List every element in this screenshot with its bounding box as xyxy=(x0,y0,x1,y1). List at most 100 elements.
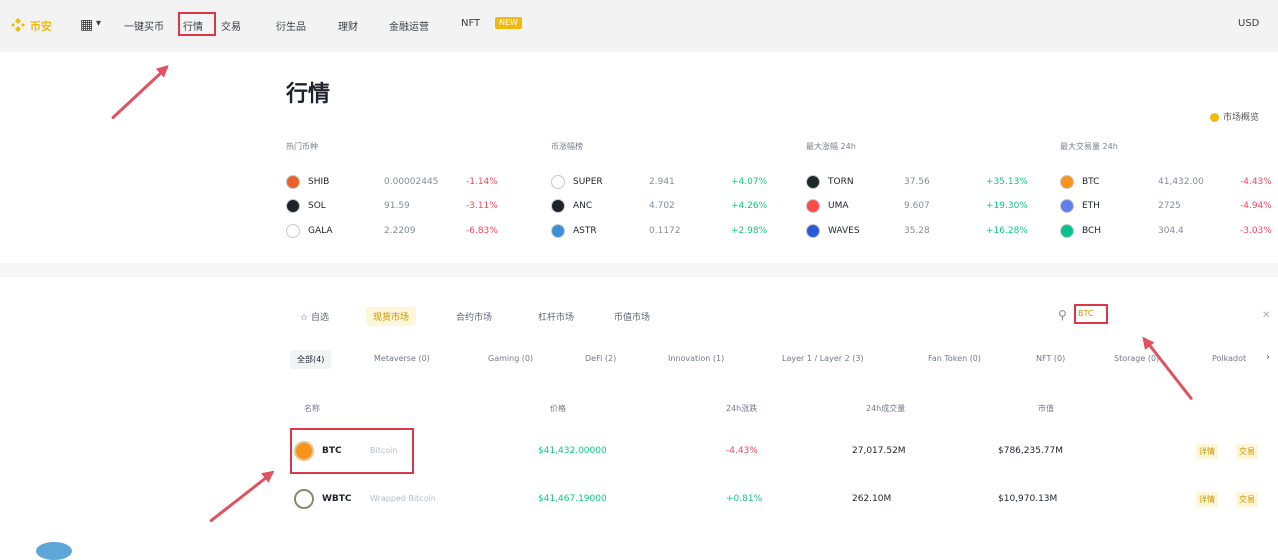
cell-volume: 262.10M xyxy=(852,494,892,504)
app-grid-icon[interactable]: ▦ xyxy=(80,17,93,33)
cell-mcap: $10,970.13M xyxy=(998,494,1058,504)
nav-buy-crypto[interactable]: 一键买币 xyxy=(124,18,164,33)
market-row[interactable]: WAVES 35.28 +16.28% xyxy=(806,224,1046,240)
currency-menu[interactable]: USD xyxy=(1238,18,1259,29)
market-row[interactable]: SUPER 2.941 +4.07% xyxy=(551,175,791,191)
tab-favorites[interactable]: ☆ 自选 xyxy=(300,310,329,323)
market-row[interactable]: SOL 91.59 -3.11% xyxy=(286,199,526,215)
search-input[interactable]: BTC xyxy=(1074,304,1108,324)
nav-derivatives[interactable]: 衍生品 xyxy=(276,18,306,33)
table-row[interactable]: BTC Bitcoin $41,432.00000 -4.43% 27,017.52M $… xyxy=(286,430,1278,474)
cell-change: +0.81% xyxy=(726,494,763,504)
category-layer[interactable]: Layer 1 / Layer 2 (3) xyxy=(782,354,864,363)
market-coin: BCH xyxy=(1082,226,1102,236)
market-row[interactable]: TORN 37.56 +35.13% xyxy=(806,175,1046,191)
market-change: +2.98% xyxy=(731,226,768,236)
market-price: 0.1172 xyxy=(649,226,681,236)
coin-icon xyxy=(551,199,565,213)
column-header-mcap[interactable]: 市值 xyxy=(1038,403,1054,414)
market-change: -3.03% xyxy=(1240,226,1272,236)
section-title: 币涨幅榜 xyxy=(551,142,583,151)
cell-price: $41,467.19000 xyxy=(538,494,607,504)
market-price: 304.4 xyxy=(1158,226,1184,236)
market-row[interactable]: BTC 41,432.00 -4.43% xyxy=(1060,175,1278,191)
market-overview-label: 市场概览 xyxy=(1223,113,1260,123)
market-coin: WAVES xyxy=(828,226,860,236)
market-row[interactable]: SHIB 0.00002445 -1.14% xyxy=(286,175,526,191)
category-nft[interactable]: NFT (0) xyxy=(1036,354,1065,363)
category-fan-token[interactable]: Fan Token (0) xyxy=(928,354,981,363)
market-change: -4.94% xyxy=(1240,201,1272,211)
detail-button[interactable]: 详情 xyxy=(1196,444,1218,459)
market-change: +4.26% xyxy=(731,201,768,211)
market-price: 2.2209 xyxy=(384,226,416,236)
column-header-price[interactable]: 价格 xyxy=(550,403,566,414)
search-icon[interactable]: ⚲ xyxy=(1058,308,1067,322)
nav-finance[interactable]: 金融运营 xyxy=(389,18,429,33)
column-header-volume[interactable]: 24h成交量 xyxy=(866,403,905,414)
nav-nft[interactable]: NFT xyxy=(461,18,480,29)
nav-earn[interactable]: 理财 xyxy=(338,18,358,33)
overview-icon xyxy=(1210,113,1219,122)
section-title: 热门币种 xyxy=(286,142,318,151)
cell-price: $41,432.00000 xyxy=(538,446,607,456)
market-row[interactable]: ANC 4.702 +4.26% xyxy=(551,199,791,215)
page-title: 行情 xyxy=(286,82,331,107)
tab-spot[interactable]: 现货市场 xyxy=(366,307,417,326)
category-defi[interactable]: DeFi (2) xyxy=(585,354,616,363)
market-row[interactable]: ASTR 0.1172 +2.98% xyxy=(551,224,791,240)
market-row[interactable]: ETH 2725 -4.94% xyxy=(1060,199,1278,215)
tab-value[interactable]: 币值市场 xyxy=(614,310,650,323)
logo-text[interactable]: 币安 xyxy=(30,18,52,34)
market-overview-link[interactable]: 市场概览 xyxy=(1210,110,1259,123)
new-badge: NEW xyxy=(495,17,522,29)
category-gaming[interactable]: Gaming (0) xyxy=(488,354,533,363)
tab-margin[interactable]: 杠杆市场 xyxy=(538,310,574,323)
market-change: +4.07% xyxy=(731,177,768,187)
table-row[interactable]: WBTC Wrapped Bitcoin $41,467.19000 +0.81% 26… xyxy=(286,478,1278,522)
market-price: 35.28 xyxy=(904,226,930,236)
coin-icon xyxy=(806,175,820,189)
binance-logo-icon[interactable] xyxy=(10,17,26,33)
coin-icon xyxy=(286,224,300,238)
btc-highlight-box xyxy=(290,428,414,474)
cell-volume: 27,017.52M xyxy=(852,446,906,456)
section-divider xyxy=(0,263,1278,277)
category-all[interactable]: 全部(4) xyxy=(290,350,332,369)
category-storage[interactable]: Storage (0) xyxy=(1114,354,1159,363)
market-coin: TORN xyxy=(828,177,854,187)
coin-icon xyxy=(806,224,820,238)
market-price: 4.702 xyxy=(649,201,675,211)
nav-trade[interactable]: 交易 xyxy=(221,18,241,33)
trade-button[interactable]: 交易 xyxy=(1236,492,1258,507)
chevron-down-icon[interactable]: ▾ xyxy=(96,18,101,29)
cell-mcap: $786,235.77M xyxy=(998,446,1064,456)
market-change: -6.83% xyxy=(466,226,498,236)
market-price: 2.941 xyxy=(649,177,675,187)
annotation-arrow-search xyxy=(1142,337,1194,401)
market-coin: SHIB xyxy=(308,177,330,187)
detail-button[interactable]: 详情 xyxy=(1196,492,1218,507)
market-coin: BTC xyxy=(1082,177,1100,187)
help-widget[interactable] xyxy=(36,542,72,560)
coin-icon xyxy=(1060,199,1074,213)
market-row[interactable]: BCH 304.4 -3.03% xyxy=(1060,224,1278,240)
trade-button[interactable]: 交易 xyxy=(1236,444,1258,459)
category-metaverse[interactable]: Metaverse (0) xyxy=(374,354,430,363)
market-coin: SOL xyxy=(308,201,326,211)
market-row[interactable]: GALA 2.2209 -6.83% xyxy=(286,224,526,240)
category-polkadot[interactable]: Polkadot xyxy=(1212,354,1246,363)
category-innovation[interactable]: Innovation (1) xyxy=(668,354,724,363)
coin-icon xyxy=(286,175,300,189)
market-price: 0.00002445 xyxy=(384,177,439,187)
market-price: 9.607 xyxy=(904,201,930,211)
column-header-change[interactable]: 24h涨跌 xyxy=(726,403,757,414)
chevron-right-icon[interactable]: › xyxy=(1266,352,1270,363)
cell-symbol: WBTC xyxy=(322,494,352,504)
market-row[interactable]: UMA 9.607 +19.30% xyxy=(806,199,1046,215)
coin-icon xyxy=(294,489,314,509)
coin-icon xyxy=(1060,224,1074,238)
close-icon[interactable]: ✕ xyxy=(1262,310,1270,321)
tab-futures[interactable]: 合约市场 xyxy=(456,310,492,323)
column-header-name[interactable]: 名称 xyxy=(304,403,320,414)
